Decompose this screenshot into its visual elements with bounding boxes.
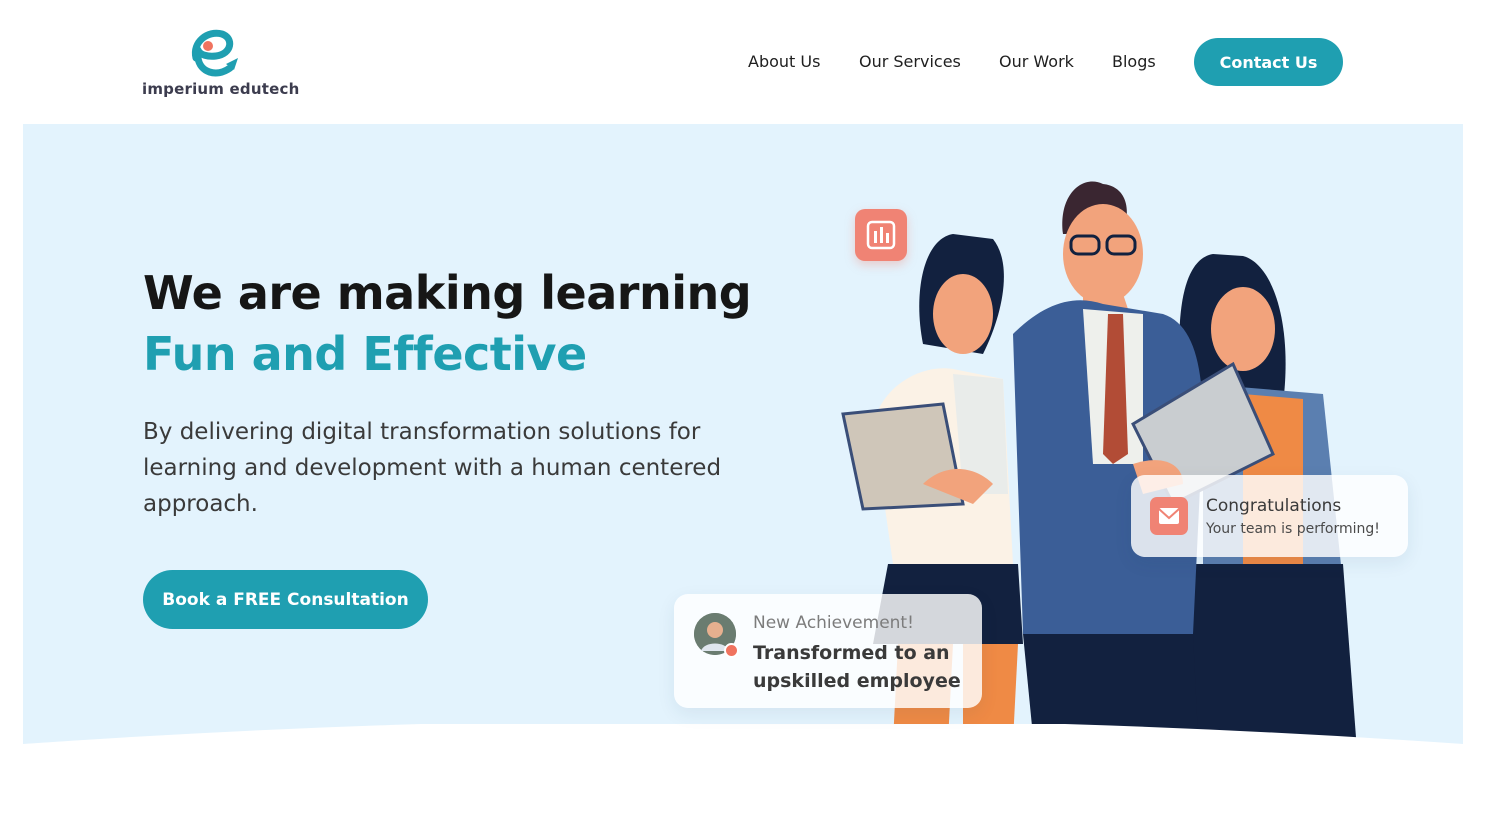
chart-badge: [855, 209, 907, 261]
nav-blogs[interactable]: Blogs: [1112, 52, 1156, 71]
achievement-text: Transformed to an upskilled employee: [753, 642, 961, 692]
congratulations-subtitle: Your team is performing!: [1206, 521, 1380, 537]
hero-bottom-curve: [23, 724, 1463, 839]
mail-icon: [1150, 497, 1188, 535]
nav-about-us[interactable]: About Us: [748, 52, 820, 71]
achievement-title: New Achievement!: [753, 613, 914, 633]
congratulations-card: Congratulations Your team is performing!: [1131, 475, 1408, 557]
nav-our-services[interactable]: Our Services: [859, 52, 961, 71]
hero-subtext: By delivering digital transformation sol…: [143, 419, 722, 517]
hero-section: We are making learning Fun and Effective…: [23, 124, 1463, 839]
hero-headline: We are making learning: [143, 266, 752, 320]
status-dot: [724, 643, 739, 658]
site-header: imperium edutech About Us Our Services O…: [0, 0, 1485, 124]
logo-text: imperium edutech: [142, 80, 300, 98]
hero-headline-accent: Fun and Effective: [143, 327, 587, 381]
contact-us-button[interactable]: Contact Us: [1194, 38, 1343, 86]
logo-mark-icon: [191, 29, 238, 77]
bar-chart-icon: [866, 220, 896, 250]
congratulations-title: Congratulations: [1206, 496, 1342, 516]
avatar: [694, 613, 739, 658]
nav-our-work[interactable]: Our Work: [999, 52, 1074, 71]
book-consultation-button[interactable]: Book a FREE Consultation: [143, 570, 428, 629]
logo[interactable]: imperium edutech: [142, 28, 299, 100]
achievement-card: New Achievement! Transformed to an upski…: [674, 594, 982, 708]
